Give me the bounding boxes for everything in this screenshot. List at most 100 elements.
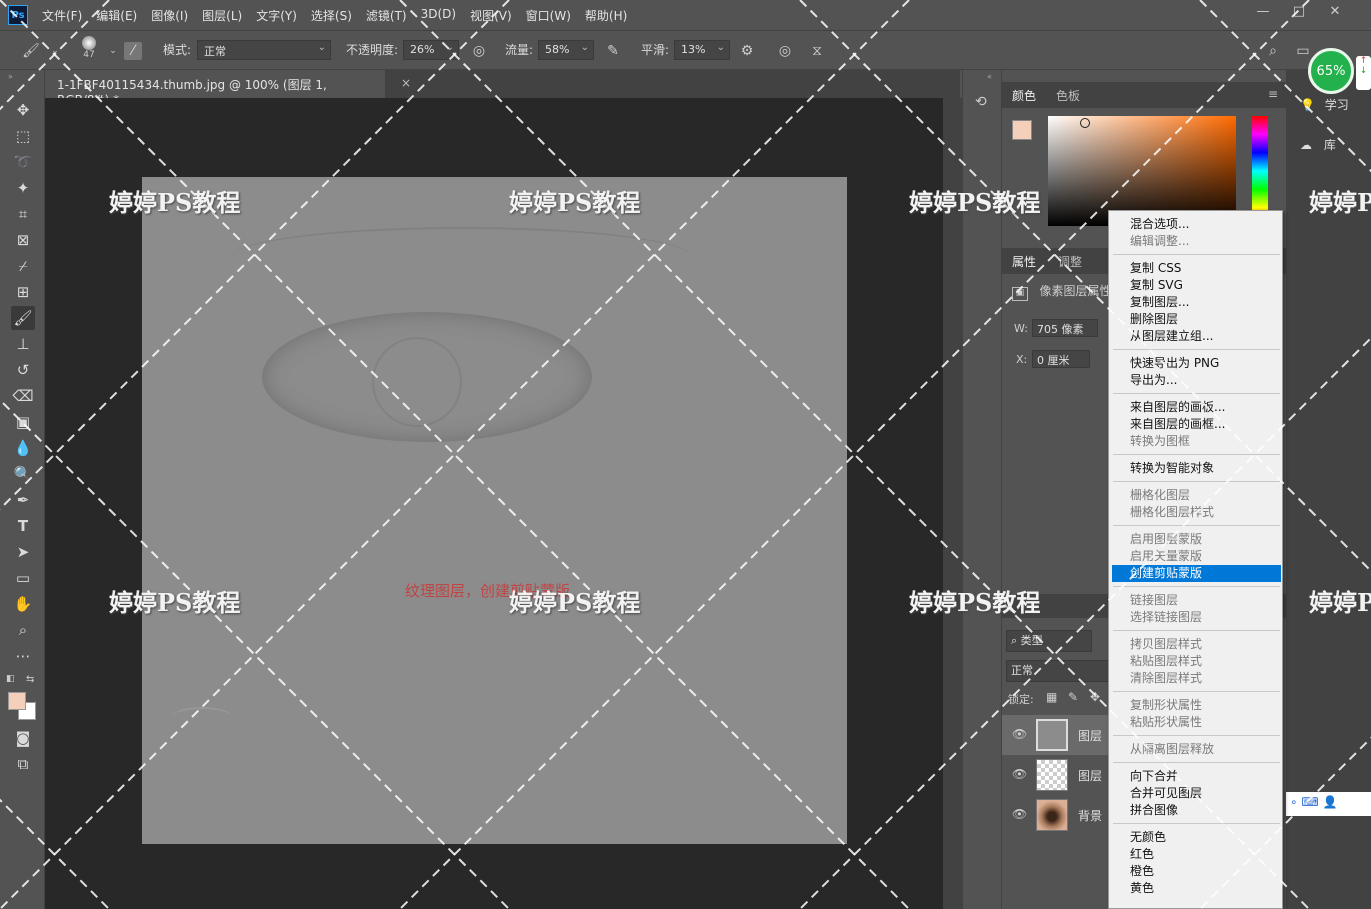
marquee-tool-icon[interactable]: ⬚ [11, 124, 35, 148]
flow-input[interactable]: 58% ⌄ [538, 40, 594, 60]
menu-item-4[interactable]: 文字(Y) [256, 7, 297, 24]
context-menu-item[interactable]: 红色 [1112, 846, 1281, 863]
gear-icon[interactable]: ⚙ [738, 42, 756, 60]
workspace-icon[interactable]: ▭ [1294, 42, 1312, 60]
context-menu-item[interactable]: 导出为... [1112, 372, 1281, 389]
blend-mode-select[interactable]: 正常 [1006, 660, 1110, 682]
lasso-tool-icon[interactable]: ➰ [11, 150, 35, 174]
chevron-down-icon[interactable]: ⌄ [46, 42, 64, 60]
document-canvas[interactable] [142, 177, 847, 844]
visibility-eye-icon[interactable]: 👁 [1012, 807, 1027, 821]
menu-item-1[interactable]: 编辑(E) [96, 7, 137, 24]
menu-item-0[interactable]: 文件(F) [42, 7, 82, 24]
menu-item-8[interactable]: 视图(V) [470, 7, 512, 24]
symmetry-icon[interactable]: ⧖ [808, 42, 826, 60]
visibility-eye-icon[interactable]: 👁 [1012, 727, 1027, 741]
canvas-area[interactable]: 纹理图层，创建剪贴蒙版 [45, 98, 943, 909]
path-selection-tool-icon[interactable]: ➤ [11, 540, 35, 564]
chevron-down-icon[interactable]: ⌄ [104, 42, 122, 60]
context-menu-item[interactable]: 复制 CSS [1112, 260, 1281, 277]
performance-badge[interactable]: 65% [1308, 48, 1354, 94]
context-menu-item[interactable]: 创建剪贴蒙版 [1112, 565, 1281, 582]
foreground-color-swatch[interactable] [8, 692, 26, 710]
more-tools-icon[interactable]: ⋯ [11, 644, 35, 668]
brush-size-picker[interactable]: 47 [78, 36, 100, 66]
zoom-tool-icon[interactable]: ⌕ [11, 618, 35, 642]
libraries-panel-item[interactable]: ☁ 库 [1300, 136, 1336, 153]
mode-select[interactable]: 正常 ⌄ [197, 40, 331, 60]
width-input[interactable]: 705 像素 [1032, 319, 1098, 337]
context-menu-item[interactable]: 拼合图像 [1112, 802, 1281, 819]
context-menu-item[interactable]: 无颜色 [1112, 829, 1281, 846]
document-tab[interactable]: 1-1FBF40115434.thumb.jpg @ 100% (图层 1, R… [45, 70, 411, 107]
context-menu-item[interactable]: 删除图层 [1112, 311, 1281, 328]
layer-row-3[interactable]: 👁 背景 [1002, 795, 1112, 835]
maximize-button[interactable]: □ [1281, 4, 1317, 19]
context-menu-item[interactable]: 从图层建立组... [1112, 328, 1281, 345]
tab-adjustments[interactable]: 调整 [1058, 253, 1082, 270]
ime-settings-icon[interactable]: ∘ [1290, 795, 1298, 809]
quick-mask-icon[interactable]: ◙ [11, 726, 35, 750]
context-menu-item[interactable]: 来自图层的画板... [1112, 399, 1281, 416]
context-menu-item[interactable]: 向下合并 [1112, 768, 1281, 785]
ime-toolbar[interactable]: ∘ ⌨ 👤 [1286, 792, 1371, 816]
menu-item-2[interactable]: 图像(I) [151, 7, 188, 24]
magic-wand-tool-icon[interactable]: ✦ [11, 176, 35, 200]
frame-tool-icon[interactable]: ⊠ [11, 228, 35, 252]
menu-item-5[interactable]: 选择(S) [311, 7, 352, 24]
swap-colors-icon[interactable]: ⇆ [26, 674, 34, 685]
layer-row-2[interactable]: 👁 图层 [1002, 755, 1112, 795]
dodge-tool-icon[interactable]: 🔍 [11, 462, 35, 486]
canvas-scrollbar[interactable] [943, 98, 962, 909]
minimize-button[interactable]: — [1245, 4, 1281, 19]
menu-item-7[interactable]: 3D(D) [421, 7, 456, 24]
context-menu-item[interactable]: 复制图层... [1112, 294, 1281, 311]
context-menu-item[interactable]: 混合选项... [1112, 216, 1281, 233]
blur-tool-icon[interactable]: 💧 [11, 436, 35, 460]
pressure-size-icon[interactable]: ◎ [776, 42, 794, 60]
move-tool-icon[interactable]: ✥ [11, 98, 35, 122]
brush-tool-icon[interactable]: 🖌 [11, 306, 35, 330]
search-icon[interactable]: ⌕ [1264, 42, 1282, 60]
lock-transparent-icon[interactable]: ▦ [1046, 690, 1057, 704]
history-panel-icon[interactable]: ⟲ [975, 94, 987, 110]
panel-menu-icon[interactable]: ≡ [1268, 87, 1278, 101]
layer-row-1[interactable]: 👁 图层 [1002, 715, 1112, 755]
context-menu-item[interactable]: 合并可见图层 [1112, 785, 1281, 802]
context-menu-item[interactable]: 快速导出为 PNG [1112, 355, 1281, 372]
type-tool-icon[interactable]: T [11, 514, 35, 538]
smoothing-input[interactable]: 13% ⌄ [674, 40, 730, 60]
context-menu-item[interactable]: 复制 SVG [1112, 277, 1281, 294]
color-panel-foreground-swatch[interactable] [1012, 120, 1032, 140]
screen-mode-icon[interactable]: ⧉ [11, 752, 35, 776]
lock-paint-icon[interactable]: ✎ [1068, 690, 1078, 704]
hand-tool-icon[interactable]: ✋ [11, 592, 35, 616]
x-input[interactable]: 0 厘米 [1032, 350, 1090, 368]
menu-item-3[interactable]: 图层(L) [202, 7, 242, 24]
menu-item-10[interactable]: 帮助(H) [585, 7, 627, 24]
context-menu-item[interactable]: 转换为智能对象 [1112, 460, 1281, 477]
close-button[interactable]: ✕ [1317, 4, 1353, 19]
menu-item-6[interactable]: 滤镜(T) [366, 7, 407, 24]
history-brush-tool-icon[interactable]: ↺ [11, 358, 35, 382]
user-icon[interactable]: 👤 [1323, 795, 1338, 809]
context-menu-item[interactable]: 橙色 [1112, 863, 1281, 880]
eyedropper-tool-icon[interactable]: ⌿ [11, 254, 35, 278]
brush-settings-icon[interactable]: ⁄ [124, 42, 142, 60]
rectangle-tool-icon[interactable]: ▭ [11, 566, 35, 590]
pen-tool-icon[interactable]: ✒ [11, 488, 35, 512]
close-tab-icon[interactable]: × [401, 76, 411, 90]
gradient-tool-icon[interactable]: ▣ [11, 410, 35, 434]
default-colors-icon[interactable]: ◧ [6, 674, 15, 684]
context-menu-item[interactable]: 来自图层的画框... [1112, 416, 1281, 433]
menu-item-9[interactable]: 窗口(W) [526, 7, 571, 24]
layer-filter-select[interactable]: ⌕ 类型 [1006, 630, 1092, 652]
healing-brush-tool-icon[interactable]: ⊞ [11, 280, 35, 304]
context-menu-item[interactable]: 黄色 [1112, 880, 1281, 897]
stamp-tool-icon[interactable]: ⊥ [11, 332, 35, 356]
eraser-tool-icon[interactable]: ⌫ [11, 384, 35, 408]
brush-tool-preset-icon[interactable]: 🖌 [22, 42, 40, 60]
tab-properties[interactable]: 属性 [1012, 253, 1036, 270]
collapse-arrows-icon[interactable]: » [8, 72, 13, 81]
crop-tool-icon[interactable]: ⌗ [11, 202, 35, 226]
